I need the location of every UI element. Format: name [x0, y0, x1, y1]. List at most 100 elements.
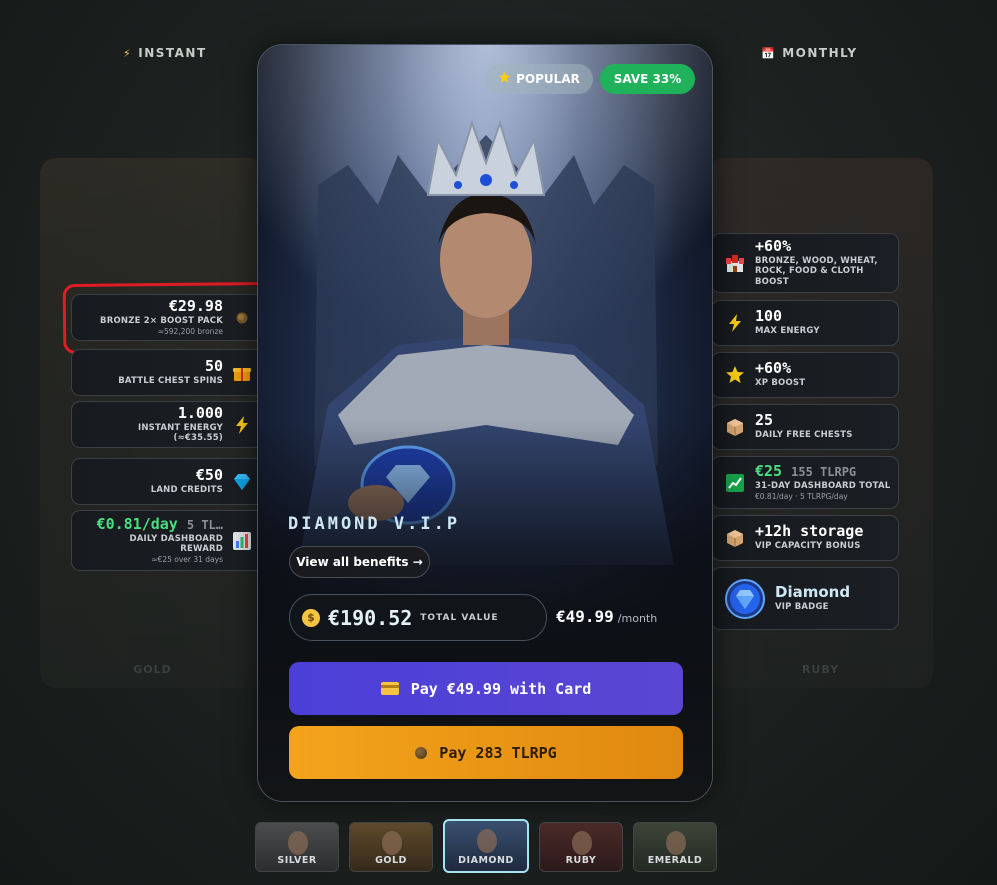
pay-with-tlrpg-label: Pay 283 TLRPG [439, 743, 557, 762]
benefit-value: 25 [755, 411, 774, 430]
tier-thumb-label: DIAMOND [458, 855, 514, 866]
save-badge: SAVE 33% [600, 64, 695, 94]
star-icon [498, 71, 511, 87]
benefit-value: Diamond [775, 582, 851, 601]
benefit-label: INSTANT ENERGY [137, 422, 223, 433]
benefit-value: €50 [195, 465, 223, 484]
save-badge-label: SAVE 33% [613, 72, 682, 86]
benefit-value: +12h storage [755, 522, 864, 541]
diamond-icon [231, 471, 253, 493]
gift-icon [231, 362, 253, 384]
benefit-vip-storage: +12h storage VIP CAPACITY BONUS [711, 515, 899, 561]
ruby-tier-card-name: RUBY [801, 663, 840, 676]
tab-monthly-label: MONTHLY [782, 46, 858, 60]
benefit-label: BATTLE CHEST SPINS [118, 375, 223, 386]
benefit-label-3: BOOST [755, 276, 789, 287]
tab-instant[interactable]: ⚡ INSTANT [123, 46, 207, 60]
calendar-icon: 📅 [761, 46, 777, 60]
benefit-label: BRONZE 2× BOOST PACK [100, 316, 223, 327]
tier-thumb-diamond[interactable]: DIAMOND [443, 819, 529, 873]
chart-icon [231, 530, 253, 552]
benefit-instant-energy: 1.000 INSTANT ENERGY (≈€35.55) [71, 401, 266, 448]
benefit-value: €0.81/day 5 TL… [96, 515, 223, 534]
benefit-label: VIP BADGE [775, 601, 829, 612]
benefit-note: ≈€25 over 31 days [151, 555, 223, 565]
popular-badge-label: POPULAR [516, 72, 580, 86]
benefit-value: €25 155 TLRPG [755, 462, 857, 481]
pay-with-card-button[interactable]: Pay €49.99 with Card [289, 662, 683, 715]
lightning-icon: ⚡ [123, 46, 133, 60]
benefit-label: DAILY DASHBOARD [129, 534, 223, 545]
benefit-vip-badge: Diamond VIP BADGE [711, 567, 899, 630]
tier-thumb-label: GOLD [375, 855, 407, 866]
benefit-label: XP BOOST [755, 378, 806, 389]
benefit-label: MAX ENERGY [755, 326, 820, 337]
tier-thumb-label: RUBY [565, 855, 597, 866]
benefit-value: 100 [755, 307, 783, 326]
diamond-badge-icon [724, 578, 766, 620]
tier-thumb-portrait [382, 831, 402, 855]
popular-badge: POPULAR [485, 64, 593, 94]
tier-thumb-portrait [572, 831, 592, 855]
castle-icon [724, 252, 746, 274]
gold-tier-card-name: GOLD [133, 663, 172, 676]
chest-icon [724, 416, 746, 438]
tier-thumb-label: EMERALD [647, 855, 703, 866]
total-value-box: $ €190.52 TOTAL VALUE [289, 594, 547, 641]
lightning-icon [231, 414, 253, 436]
lightning-icon [724, 312, 746, 334]
credit-card-icon [380, 682, 399, 695]
diamond-tier-card: POPULAR SAVE 33% DIAMOND V.I.P View all … [257, 44, 713, 802]
benefit-label-2: (≈€35.55) [173, 433, 223, 443]
benefit-daily-free-chests: 25 DAILY FREE CHESTS [711, 404, 899, 450]
pay-with-tlrpg-button[interactable]: Pay 283 TLRPG [289, 726, 683, 779]
benefit-battle-chest-spins: 50 BATTLE CHEST SPINS [71, 349, 266, 396]
benefit-land-credits: €50 LAND CREDITS [71, 458, 266, 505]
pay-with-card-label: Pay €49.99 with Card [410, 679, 592, 698]
tab-instant-label: INSTANT [138, 46, 207, 60]
monthly-price: €49.99 /month [556, 607, 657, 626]
trend-icon [724, 472, 746, 494]
tier-thumb-label: SILVER [277, 855, 317, 866]
star-icon [724, 364, 746, 386]
benefit-label: LAND CREDITS [150, 484, 223, 495]
benefit-value: +60% [755, 359, 792, 378]
bronze-coin-icon [231, 307, 253, 329]
tlrpg-coin-icon [415, 746, 428, 759]
total-value-label: TOTAL VALUE [420, 612, 499, 623]
benefit-label: BRONZE, WOOD, WHEAT, [755, 256, 878, 267]
tier-thumb-portrait [477, 829, 497, 853]
tier-thumb-silver[interactable]: SILVER [255, 822, 339, 872]
benefit-xp-boost: +60% XP BOOST [711, 352, 899, 398]
tier-thumb-ruby[interactable]: RUBY [539, 822, 623, 872]
benefit-label: 31-DAY DASHBOARD TOTAL [755, 481, 891, 492]
benefit-note: €0.81/day · 5 TLRPG/day [755, 492, 848, 502]
tier-thumb-portrait [666, 831, 686, 855]
benefit-note: ≈592,200 bronze [157, 327, 223, 337]
price-period: /month [617, 612, 658, 625]
benefit-daily-dashboard-reward: €0.81/day 5 TL… DAILY DASHBOARD REWARD ≈… [71, 510, 266, 571]
box-icon [724, 527, 746, 549]
tier-title: DIAMOND V.I.P [288, 514, 461, 534]
benefit-label: VIP CAPACITY BONUS [755, 541, 861, 552]
tier-selector: SILVER GOLD DIAMOND RUBY EMERALD [255, 819, 717, 873]
benefit-value: €29.98 [168, 297, 223, 316]
benefit-label-2: ROCK, FOOD & CLOTH [755, 266, 864, 277]
benefit-resource-boost: +60% BRONZE, WOOD, WHEAT, ROCK, FOOD & C… [711, 233, 899, 293]
tier-thumb-emerald[interactable]: EMERALD [633, 822, 717, 872]
benefit-value: +60% [755, 237, 792, 256]
benefit-value: 1.000 [177, 403, 223, 422]
price-amount: €49.99 [556, 607, 614, 626]
view-all-benefits-label: View all benefits → [296, 555, 423, 569]
benefit-label-2: REWARD [180, 544, 223, 555]
benefit-value: 50 [204, 356, 223, 375]
benefit-dashboard-total: €25 155 TLRPG 31-DAY DASHBOARD TOTAL €0.… [711, 456, 899, 509]
total-value-amount: €190.52 [328, 605, 413, 630]
benefit-bronze-boost-pack: €29.98 BRONZE 2× BOOST PACK ≈592,200 bro… [71, 294, 266, 341]
view-all-benefits-button[interactable]: View all benefits → [289, 546, 430, 578]
tier-thumb-gold[interactable]: GOLD [349, 822, 433, 872]
money-bag-icon: $ [302, 608, 320, 627]
tab-monthly[interactable]: 📅 MONTHLY [761, 46, 858, 60]
benefit-max-energy: 100 MAX ENERGY [711, 300, 899, 346]
tier-thumb-portrait [288, 831, 308, 855]
